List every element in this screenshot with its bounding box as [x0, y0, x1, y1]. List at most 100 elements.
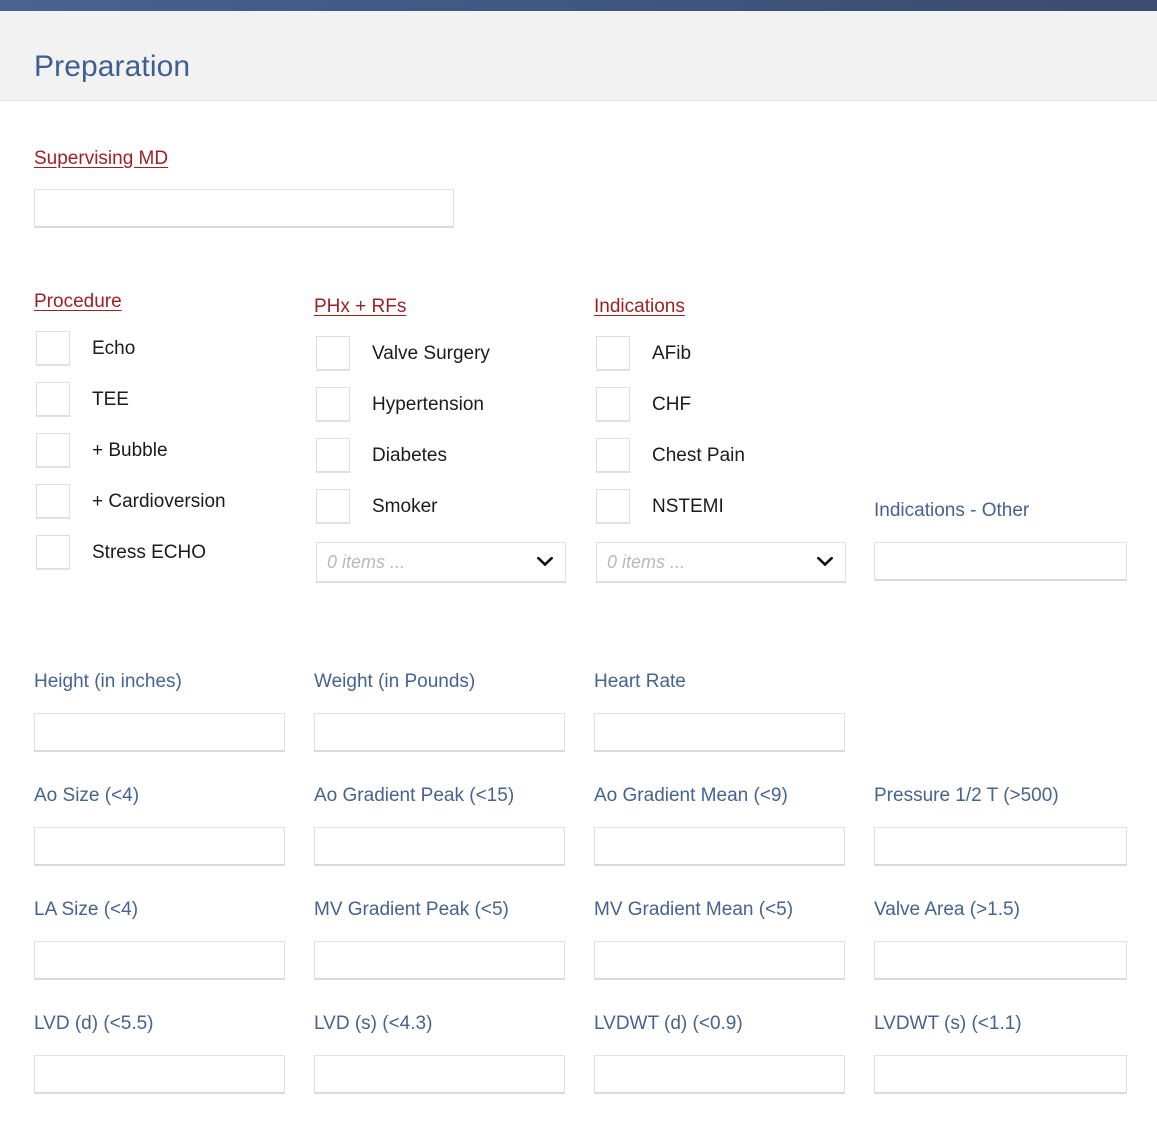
checkbox-box[interactable] — [36, 382, 70, 416]
indications-other-field: Indications - Other — [874, 501, 1127, 580]
phx-rfs-group-label: PHx + RFs — [314, 297, 406, 316]
measurement-label: LVDWT (d) (<0.9) — [594, 1013, 743, 1034]
weight-input[interactable] — [314, 713, 565, 751]
checkbox-box[interactable] — [596, 489, 630, 523]
measurement-field-lvdwt-s: LVDWT (s) (<1.1) — [874, 1014, 1127, 1093]
checkbox-phx-smoker[interactable]: Smoker — [316, 489, 437, 523]
checkbox-procedure-cardioversion[interactable]: + Cardioversion — [36, 484, 226, 518]
measurement-field-mv-gradient-peak: MV Gradient Peak (<5) — [314, 900, 565, 979]
checkbox-label: Stress ECHO — [92, 541, 207, 563]
ao-gradient-mean-input[interactable] — [594, 827, 845, 865]
measurement-field-lvd-s: LVD (s) (<4.3) — [314, 1014, 565, 1093]
indications-group-label: Indications — [594, 297, 685, 316]
procedure-label[interactable]: Procedure — [34, 292, 122, 311]
checkbox-label: Echo — [92, 337, 136, 359]
measurement-label: LVD (d) (<5.5) — [34, 1013, 154, 1034]
measurement-label: MV Gradient Peak (<5) — [314, 899, 509, 920]
chevron-down-icon — [537, 557, 553, 567]
ao-size-input[interactable] — [34, 827, 285, 865]
indications-other-label: Indications - Other — [874, 500, 1030, 521]
indications-other-input[interactable] — [874, 542, 1127, 580]
measurement-label: Height (in inches) — [34, 671, 182, 692]
mv-gradient-mean-input[interactable] — [594, 941, 845, 979]
checkbox-label: Hypertension — [372, 393, 484, 415]
checkbox-box[interactable] — [36, 433, 70, 467]
supervising-md-label[interactable]: Supervising MD — [34, 149, 454, 168]
la-size-input[interactable] — [34, 941, 285, 979]
indications-multiselect[interactable]: 0 items ... — [596, 542, 846, 582]
measurement-field-ao-gradient-mean: Ao Gradient Mean (<9) — [594, 786, 845, 865]
checkbox-box[interactable] — [316, 336, 350, 370]
measurement-field-weight: Weight (in Pounds) — [314, 672, 565, 751]
measurement-field-pressure-half-t: Pressure 1/2 T (>500) — [874, 786, 1127, 865]
checkbox-procedure-tee[interactable]: TEE — [36, 382, 129, 416]
checkbox-box[interactable] — [596, 336, 630, 370]
phx-rfs-multiselect-value: 0 items ... — [327, 552, 406, 572]
measurement-label: MV Gradient Mean (<5) — [594, 899, 794, 920]
measurement-label: Pressure 1/2 T (>500) — [874, 785, 1059, 806]
lvdwt-s-input[interactable] — [874, 1055, 1127, 1093]
checkbox-label: + Cardioversion — [92, 490, 226, 512]
checkbox-box[interactable] — [596, 387, 630, 421]
checkbox-box[interactable] — [316, 387, 350, 421]
checkbox-indications-chf[interactable]: CHF — [596, 387, 691, 421]
measurement-label: Valve Area (>1.5) — [874, 899, 1020, 920]
measurement-label: LVD (s) (<4.3) — [314, 1013, 433, 1034]
checkbox-label: + Bubble — [92, 439, 168, 461]
pressure-half-t-input[interactable] — [874, 827, 1127, 865]
phx-rfs-label[interactable]: PHx + RFs — [314, 297, 406, 316]
checkbox-label: NSTEMI — [652, 495, 724, 517]
lvd-d-input[interactable] — [34, 1055, 285, 1093]
checkbox-phx-hypertension[interactable]: Hypertension — [316, 387, 484, 421]
measurement-label: Weight (in Pounds) — [314, 671, 476, 692]
checkbox-box[interactable] — [316, 489, 350, 523]
checkbox-label: AFib — [652, 342, 692, 364]
mv-gradient-peak-input[interactable] — [314, 941, 565, 979]
measurement-field-height: Height (in inches) — [34, 672, 285, 751]
checkbox-box[interactable] — [316, 438, 350, 472]
heart-rate-input[interactable] — [594, 713, 845, 751]
checkbox-procedure-bubble[interactable]: + Bubble — [36, 433, 168, 467]
checkbox-indications-chest-pain[interactable]: Chest Pain — [596, 438, 745, 472]
measurement-label: Heart Rate — [594, 671, 686, 692]
lvdwt-d-input[interactable] — [594, 1055, 845, 1093]
checkbox-box[interactable] — [596, 438, 630, 472]
page-header: Preparation — [0, 11, 1157, 101]
ao-gradient-peak-input[interactable] — [314, 827, 565, 865]
checkbox-indications-nstemi[interactable]: NSTEMI — [596, 489, 724, 523]
measurement-label: Ao Gradient Peak (<15) — [314, 785, 515, 806]
checkbox-box[interactable] — [36, 484, 70, 518]
top-accent-bar — [0, 0, 1157, 11]
form-content: Supervising MD Procedure Echo TEE + Bubb… — [0, 101, 1157, 1125]
checkbox-label: CHF — [652, 393, 692, 415]
valve-area-input[interactable] — [874, 941, 1127, 979]
supervising-md-input[interactable] — [34, 189, 454, 227]
checkbox-label: Chest Pain — [652, 444, 745, 466]
measurement-field-lvdwt-d: LVDWT (d) (<0.9) — [594, 1014, 845, 1093]
checkbox-indications-afib[interactable]: AFib — [596, 336, 691, 370]
measurement-label: LA Size (<4) — [34, 899, 139, 920]
page-title: Preparation — [34, 50, 191, 83]
checkbox-phx-diabetes[interactable]: Diabetes — [316, 438, 447, 472]
checkbox-box[interactable] — [36, 331, 70, 365]
indications-label[interactable]: Indications — [594, 297, 685, 316]
checkbox-phx-valve-surgery[interactable]: Valve Surgery — [316, 336, 490, 370]
checkbox-procedure-echo[interactable]: Echo — [36, 331, 135, 365]
measurement-field-mv-gradient-mean: MV Gradient Mean (<5) — [594, 900, 845, 979]
measurement-field-ao-gradient-peak: Ao Gradient Peak (<15) — [314, 786, 565, 865]
measurement-label: Ao Size (<4) — [34, 785, 140, 806]
checkbox-label: TEE — [92, 388, 129, 410]
measurement-field-la-size: LA Size (<4) — [34, 900, 285, 979]
procedure-group-label: Procedure — [34, 292, 122, 311]
supervising-md-field: Supervising MD — [34, 149, 454, 227]
phx-rfs-multiselect[interactable]: 0 items ... — [316, 542, 566, 582]
measurement-label: Ao Gradient Mean (<9) — [594, 785, 788, 806]
lvd-s-input[interactable] — [314, 1055, 565, 1093]
measurement-field-heart-rate: Heart Rate — [594, 672, 845, 751]
measurement-field-ao-size: Ao Size (<4) — [34, 786, 285, 865]
checkbox-procedure-stress-echo[interactable]: Stress ECHO — [36, 535, 206, 569]
checkbox-label: Smoker — [372, 495, 438, 517]
checkbox-box[interactable] — [36, 535, 70, 569]
height-input[interactable] — [34, 713, 285, 751]
checkbox-label: Valve Surgery — [372, 342, 490, 364]
